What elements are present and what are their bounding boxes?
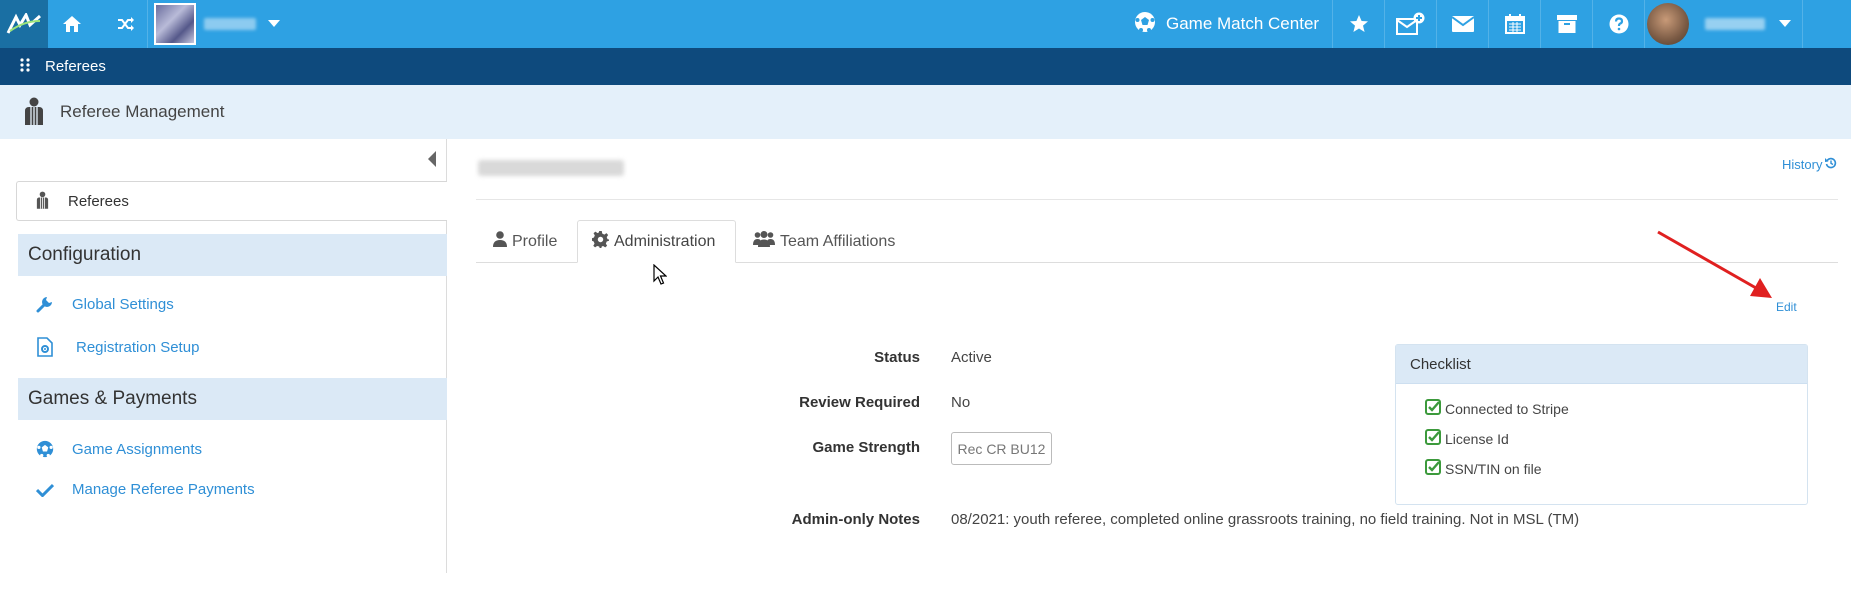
favorites-button[interactable] (1332, 0, 1384, 48)
admin-notes-label: Admin-only Notes (791, 511, 920, 528)
help-button[interactable] (1592, 0, 1644, 48)
sidebar-item-manage-referee-payments[interactable]: Manage Referee Payments (30, 481, 255, 498)
messages-button[interactable] (1436, 0, 1488, 48)
history-label: History (1782, 157, 1823, 172)
sidebar-item-game-assignments[interactable]: Game Assignments (30, 440, 202, 458)
review-required-value: No (951, 394, 971, 411)
divider (476, 199, 1838, 200)
sidebar-item-label: Global Settings (72, 295, 174, 313)
admin-notes-value: 08/2021: youth referee, completed online… (951, 511, 1580, 528)
soccer-ball-icon (30, 440, 60, 458)
history-link[interactable]: History (1782, 157, 1837, 172)
chevron-down-icon (1779, 20, 1791, 28)
calendar-button[interactable] (1488, 0, 1540, 48)
envelope-plus-icon (1395, 12, 1426, 36)
top-navbar: Game Match Center (0, 0, 1851, 48)
collapse-sidebar-icon[interactable] (427, 151, 437, 170)
referee-icon (35, 191, 50, 212)
switch-organization-button[interactable] (106, 0, 146, 48)
user-menu[interactable] (1644, 0, 1802, 48)
page-title: Referee Management (60, 102, 225, 121)
checklist-item-label: Connected to Stripe (1445, 400, 1569, 417)
breadcrumb-current[interactable]: Referees (45, 58, 106, 75)
game-strength-label: Game Strength (812, 439, 920, 456)
game-match-center-label: Game Match Center (1166, 14, 1320, 33)
sidebar-section-games-payments: Games & Payments (18, 378, 447, 420)
envelope-icon (1451, 16, 1474, 32)
sidebar-item-label: Referees (68, 192, 129, 210)
mouse-cursor-icon (653, 263, 668, 289)
checkbox-checked-icon (1425, 429, 1445, 448)
sidebar-item-referees[interactable]: Referees (16, 181, 447, 221)
checklist-item: SSN/TIN on file (1425, 459, 1541, 478)
topbar-spacer (1802, 0, 1851, 48)
referee-icon (22, 97, 46, 128)
status-label: Status (874, 349, 920, 366)
tab-label: Administration (614, 232, 716, 250)
grid-dots-icon[interactable] (20, 58, 30, 75)
breadcrumb: Referees (0, 48, 1851, 85)
tab-label: Team Affiliations (780, 232, 896, 250)
tab-label: Profile (512, 232, 558, 250)
checklist-panel: Checklist Connected to Stripe License Id… (1395, 344, 1808, 505)
sidebar-section-configuration: Configuration (18, 234, 447, 276)
user-icon (493, 231, 512, 252)
checkbox-checked-icon (1425, 399, 1445, 418)
sidebar-item-global-settings[interactable]: Global Settings (30, 295, 174, 313)
app-logo-icon[interactable] (0, 0, 48, 48)
star-icon (1349, 14, 1369, 34)
organization-name-redacted (204, 18, 256, 30)
tab-profile[interactable]: Profile (478, 220, 564, 263)
archive-icon (1556, 15, 1577, 33)
sidebar: Referees Configuration Global Settings R… (0, 139, 447, 573)
review-required-label: Review Required (799, 394, 920, 411)
checkmark-icon (30, 483, 60, 497)
home-button[interactable] (48, 0, 96, 48)
edit-link[interactable]: Edit (1776, 300, 1797, 314)
user-name-redacted (1705, 18, 1765, 30)
compose-message-button[interactable] (1384, 0, 1436, 48)
calendar-icon (1504, 14, 1525, 34)
checklist-item-label: SSN/TIN on file (1445, 460, 1542, 477)
checklist-title: Checklist (1396, 345, 1807, 384)
document-gear-icon (30, 337, 60, 357)
soccer-ball-icon (1134, 11, 1156, 38)
sidebar-item-registration-setup[interactable]: Registration Setup (30, 337, 199, 357)
checklist-item: License Id (1425, 429, 1509, 448)
annotation-arrow-icon (1650, 228, 1780, 303)
users-icon (753, 231, 780, 252)
checklist-item-label: License Id (1445, 430, 1509, 447)
tab-team-affiliations[interactable]: Team Affiliations (753, 220, 913, 263)
question-circle-icon (1609, 14, 1629, 34)
home-icon (62, 15, 82, 33)
shuffle-icon (117, 16, 135, 32)
avatar (1647, 3, 1689, 45)
gear-icon (592, 230, 614, 253)
archive-button[interactable] (1540, 0, 1592, 48)
history-icon (1822, 157, 1837, 172)
checklist-item: Connected to Stripe (1425, 399, 1569, 418)
wrench-icon (30, 295, 60, 313)
page-header: Referee Management (0, 85, 1851, 139)
status-value: Active (951, 349, 992, 366)
game-match-center-link[interactable]: Game Match Center (1134, 0, 1319, 48)
sidebar-item-label: Manage Referee Payments (72, 481, 255, 498)
tab-administration[interactable]: Administration (577, 220, 736, 263)
organization-avatar (154, 3, 196, 45)
game-strength-badge: Rec CR BU12 (951, 432, 1052, 465)
chevron-down-icon (268, 20, 280, 28)
sidebar-item-label: Game Assignments (72, 440, 203, 458)
organization-selector[interactable] (147, 0, 291, 48)
referee-name-redacted (478, 160, 624, 176)
checkbox-checked-icon (1425, 459, 1445, 478)
sidebar-item-label: Registration Setup (76, 338, 200, 356)
